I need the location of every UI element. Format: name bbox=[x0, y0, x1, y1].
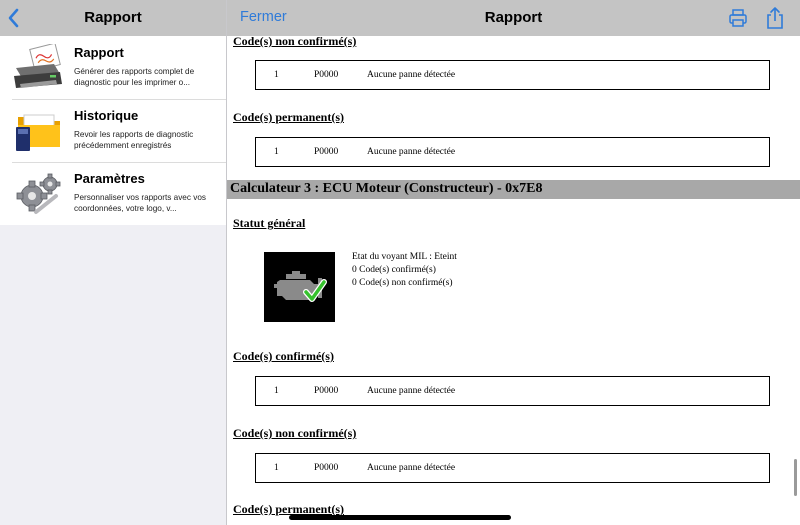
menu-item-historique[interactable]: Historique Revoir les rapports de diagno… bbox=[0, 99, 226, 162]
menu-item-title: Historique bbox=[74, 108, 139, 123]
code-value: P0000 bbox=[314, 386, 339, 396]
code-row: 1 P0000 Aucune panne détectée bbox=[255, 376, 770, 406]
calculator-title: Calculateur 3 : ECU Moteur (Constructeur… bbox=[230, 181, 543, 196]
printer-report-icon bbox=[10, 42, 66, 92]
report-document[interactable]: Code(s) non confirmé(s) 1 P0000 Aucune p… bbox=[227, 36, 800, 525]
code-row: 1 P0000 Aucune panne détectée bbox=[255, 60, 770, 90]
mil-status-text: Etat du voyant MIL : Eteint bbox=[352, 252, 457, 262]
right-navigation-bar: Fermer Rapport bbox=[227, 0, 800, 36]
menu-item-title: Rapport bbox=[74, 45, 124, 60]
report-menu: Rapport Générer des rapports complet de … bbox=[0, 36, 226, 225]
page-title: Rapport bbox=[484, 9, 543, 26]
code-value: P0000 bbox=[314, 463, 339, 473]
code-row: 1 P0000 Aucune panne détectée bbox=[255, 453, 770, 483]
section-heading: Statut général bbox=[233, 216, 306, 230]
code-row: 1 P0000 Aucune panne détectée bbox=[255, 137, 770, 167]
home-indicator[interactable] bbox=[289, 515, 511, 520]
section-heading: Code(s) non confirmé(s) bbox=[233, 36, 357, 48]
left-pane-title: Rapport bbox=[84, 9, 142, 26]
menu-item-description: Générer des rapports complet de diagnost… bbox=[74, 67, 195, 87]
scrollbar[interactable] bbox=[794, 459, 797, 496]
menu-item-description: Revoir les rapports de diagnostic précéd… bbox=[74, 130, 194, 150]
master-pane: Rapport Rapport Générer des rapports com… bbox=[0, 0, 227, 525]
confirmed-count-text: 0 Code(s) confirmé(s) bbox=[352, 265, 436, 275]
gears-icon bbox=[10, 170, 66, 218]
calculator-header-bar: Calculateur 3 : ECU Moteur (Constructeur… bbox=[227, 180, 800, 199]
code-description: Aucune panne détectée bbox=[367, 386, 456, 396]
menu-item-rapport[interactable]: Rapport Générer des rapports complet de … bbox=[0, 36, 226, 99]
code-index: 1 bbox=[274, 386, 279, 396]
section-heading: Code(s) confirmé(s) bbox=[233, 349, 334, 363]
engine-check-icon bbox=[264, 252, 335, 322]
share-icon bbox=[767, 7, 783, 29]
code-value: P0000 bbox=[314, 70, 339, 80]
left-navigation-bar: Rapport bbox=[0, 0, 226, 36]
unconfirmed-count-text: 0 Code(s) non confirmé(s) bbox=[352, 278, 453, 288]
code-index: 1 bbox=[274, 463, 279, 473]
chevron-left-icon bbox=[8, 8, 19, 28]
code-description: Aucune panne détectée bbox=[367, 147, 456, 157]
code-value: P0000 bbox=[314, 147, 339, 157]
code-index: 1 bbox=[274, 70, 279, 80]
share-button[interactable] bbox=[765, 6, 785, 30]
menu-item-description: Personnaliser vos rapports avec vos coor… bbox=[74, 193, 206, 213]
code-description: Aucune panne détectée bbox=[367, 463, 456, 473]
detail-pane: Fermer Rapport Code(s) non confirmé(s) 1… bbox=[227, 0, 800, 525]
menu-item-parametres[interactable]: Paramètres Personnaliser vos rapports av… bbox=[0, 162, 226, 225]
section-heading: Code(s) permanent(s) bbox=[233, 110, 344, 124]
menu-item-title: Paramètres bbox=[74, 171, 145, 186]
back-button[interactable] bbox=[4, 6, 26, 30]
code-description: Aucune panne détectée bbox=[367, 70, 456, 80]
printer-icon bbox=[729, 9, 747, 27]
code-index: 1 bbox=[274, 147, 279, 157]
folder-icon bbox=[10, 107, 66, 155]
section-heading: Code(s) non confirmé(s) bbox=[233, 426, 357, 440]
print-button[interactable] bbox=[728, 8, 748, 28]
